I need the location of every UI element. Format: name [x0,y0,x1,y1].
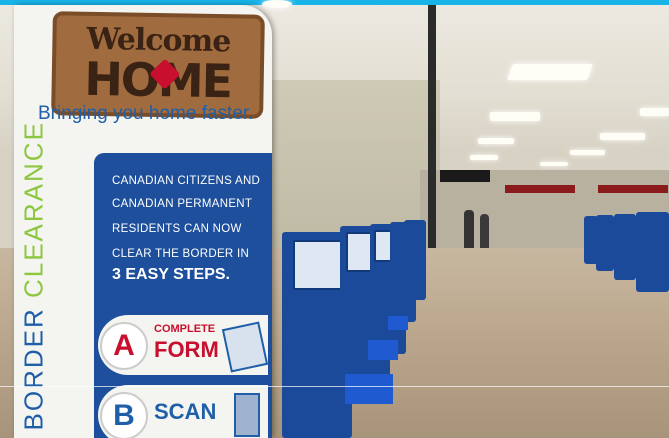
info-line: CLEAR THE BORDER IN [112,248,250,260]
scanner-icon [234,393,260,437]
ceiling-light [262,0,292,8]
exit-sign [440,170,490,182]
kiosk [636,212,669,292]
airport-scene: Welcome HOME Bringing you home faster. B… [0,0,669,438]
divider-line [0,386,669,387]
ceiling-light [470,155,498,160]
info-line: RESIDENTS CAN NOW [112,223,242,235]
step-b-letter: B [100,392,148,438]
ceiling-light [640,108,669,116]
banner-tagline: Bringing you home faster. [38,103,254,124]
ceiling-light [507,64,593,80]
basket [368,340,398,360]
exit-sign [598,185,668,193]
exit-sign [505,185,575,193]
basket [388,316,408,330]
steps-headline: 3 EASY STEPS. [112,266,230,283]
kiosk [614,214,636,280]
kiosk [404,220,426,300]
passport-form-icon [221,321,269,373]
ceiling-light [570,150,605,155]
step-a-label-main: FORM [154,337,219,362]
kiosk [584,216,598,264]
kiosk [596,215,614,271]
ceiling-light [478,138,514,144]
basket [345,374,393,404]
person [480,214,489,248]
info-panel: CANADIAN CITIZENS AND CANADIAN PERMANENT… [94,153,272,438]
vertical-title: BORDER CLEARANCE [18,121,50,431]
step-a: A COMPLETE FORM [98,315,269,375]
step-a-letter: A [100,322,148,370]
ceiling-light [490,112,540,121]
person [464,210,474,248]
step-b: B SCAN [98,385,268,438]
pillar [428,5,436,265]
step-b-label-main: SCAN [154,399,217,424]
info-line: CANADIAN CITIZENS AND [112,175,261,187]
vertical-word-border: BORDER [18,307,49,431]
ceiling-light [600,133,645,140]
step-a-label-top: COMPLETE [154,323,216,335]
info-line: CANADIAN PERMANENT [112,198,253,210]
vertical-word-clearance: CLEARANCE [18,121,49,299]
border-clearance-banner: Welcome HOME Bringing you home faster. B… [14,5,272,438]
kiosk-screen [293,240,345,290]
ceiling-light [540,162,568,166]
